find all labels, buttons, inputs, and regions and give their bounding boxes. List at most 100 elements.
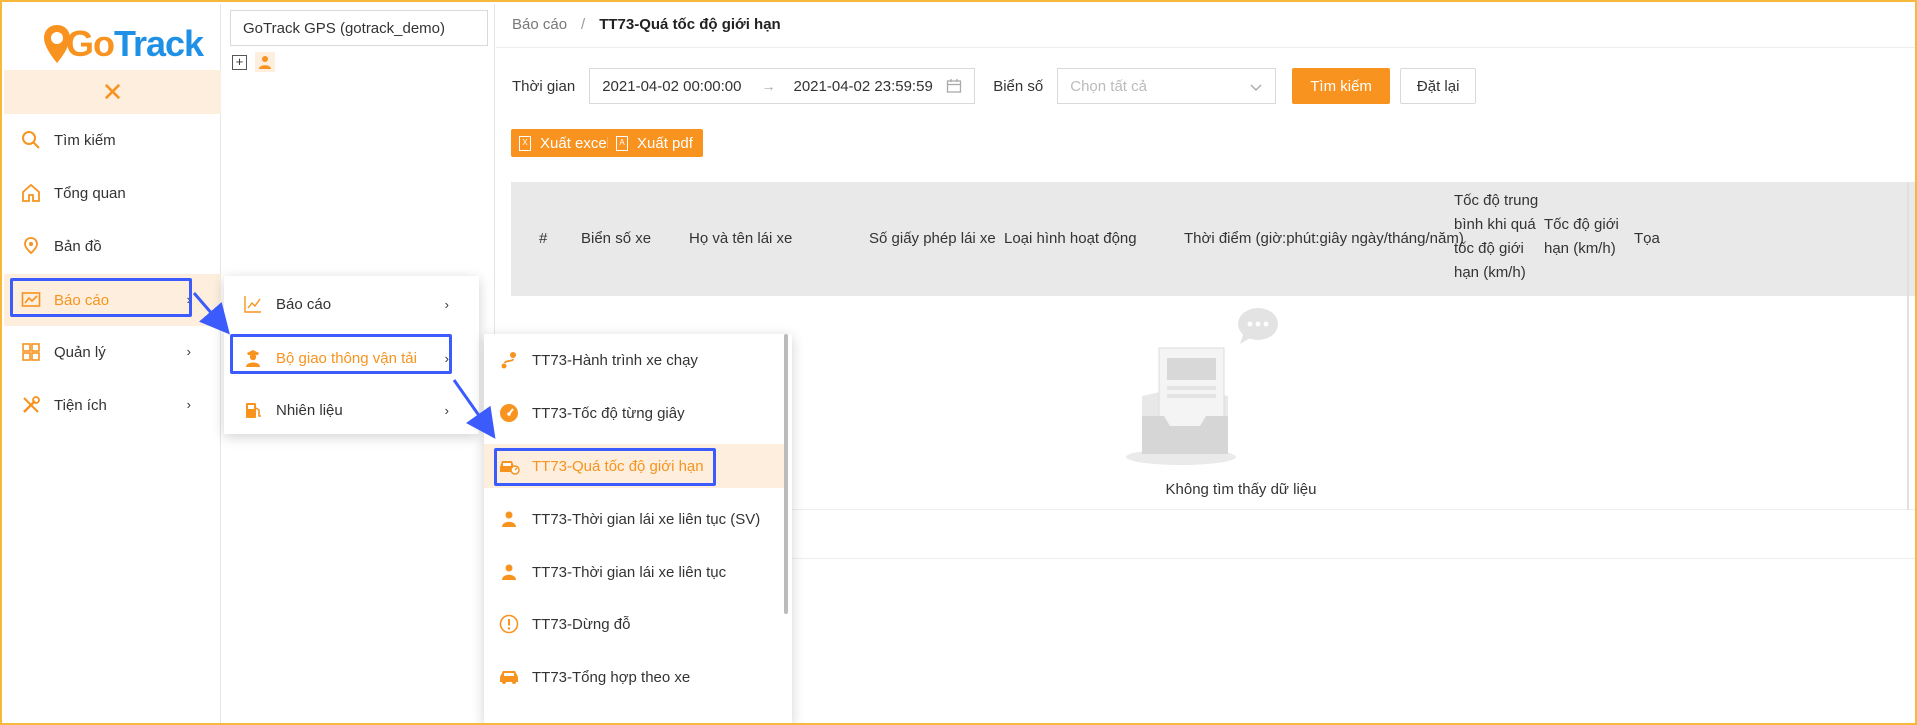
menu-item-label: TT73-Tốc độ từng giây <box>532 404 685 422</box>
menu-item-label: Báo cáo <box>276 295 332 313</box>
sidebar-item-label: Tổng quan <box>54 184 126 202</box>
menu-item-tt73-vehicle-summary[interactable]: TT73-Tổng hợp theo xe <box>484 655 784 699</box>
col-index: # <box>539 230 548 247</box>
app-window: GoTrack ✕ Tìm kiếm Tổng quan Bản đồ Báo … <box>0 0 1917 725</box>
collapse-button[interactable]: ✕ <box>4 70 221 114</box>
plate-select[interactable]: Chọn tất cả <box>1057 68 1277 104</box>
export-excel-label: Xuất excel <box>540 134 611 152</box>
logo-go: Go <box>66 23 115 64</box>
sidebar-item-reports[interactable]: Báo cáo › <box>4 274 221 326</box>
calendar-icon <box>947 79 962 93</box>
col-speed-limit: Tốc độ giới hạn (km/h) <box>1544 213 1624 261</box>
col-avg-speed-line: Tốc độ trung <box>1454 192 1539 209</box>
user-group-icon[interactable] <box>255 52 275 72</box>
breadcrumb: Báo cáo / TT73-Quá tốc độ giới hạn <box>512 16 781 33</box>
driver-icon <box>498 508 520 530</box>
chevron-down-icon <box>1250 84 1262 91</box>
col-speed-limit-line: hạn (km/h) <box>1544 240 1616 257</box>
sidebar-item-map[interactable]: Bản đồ <box>4 220 221 272</box>
officer-icon <box>242 347 264 369</box>
grid-icon <box>20 341 42 363</box>
menu-item-tt73-stops[interactable]: TT73-Dừng đỗ <box>484 602 784 646</box>
excel-file-icon: X <box>519 135 531 151</box>
close-icon: ✕ <box>101 77 124 107</box>
time-label: Thời gian <box>512 77 576 95</box>
driver-icon <box>498 561 520 583</box>
sidebar-item-search[interactable]: Tìm kiếm <box>4 114 221 166</box>
car-icon <box>498 666 520 688</box>
plate-label: Biển số <box>993 77 1044 95</box>
reset-button[interactable]: Đặt lại <box>1399 68 1477 104</box>
sidebar: GoTrack ✕ Tìm kiếm Tổng quan Bản đồ Báo … <box>4 4 221 723</box>
reports-submenu: Báo cáo › Bộ giao thông vận tải › Nhiên … <box>224 276 479 434</box>
export-excel-button[interactable]: X Xuất excel <box>511 129 621 157</box>
chevron-right-icon: › <box>186 344 191 359</box>
map-icon <box>20 235 42 257</box>
export-pdf-label: Xuất pdf <box>637 134 693 152</box>
pdf-file-icon: A <box>616 135 628 151</box>
sidebar-item-label: Quản lý <box>54 343 106 361</box>
expand-icon[interactable]: + <box>232 54 247 70</box>
menu-item-label: Nhiên liệu <box>276 401 343 419</box>
menu-item-label: TT73-Hành trình xe chạy <box>532 351 698 369</box>
fuel-icon <box>242 399 264 421</box>
menu-item-tt73-overspeed[interactable]: TT73-Quá tốc độ giới hạn <box>484 444 784 488</box>
menu-item-label: TT73-Tổng hợp theo xe <box>532 668 691 686</box>
line-chart-icon <box>242 293 264 315</box>
arrow-right-icon: → <box>761 78 776 94</box>
car-speed-icon <box>498 455 520 477</box>
menu-item-label: TT73-Thời gian lái xe liên tục <box>532 563 727 581</box>
export-pdf-button[interactable]: A Xuất pdf <box>608 129 703 157</box>
gotrack-logo[interactable]: GoTrack <box>42 14 204 74</box>
chevron-right-icon: › <box>186 397 191 412</box>
breadcrumb-root[interactable]: Báo cáo <box>512 16 567 33</box>
col-avg-speed-line: bình khi quá <box>1454 216 1536 233</box>
empty-message: Không tìm thấy dữ liệu <box>1165 481 1317 498</box>
search-icon <box>20 129 42 151</box>
tools-icon <box>20 394 42 416</box>
menu-item-reports[interactable]: Báo cáo › <box>224 282 479 326</box>
chevron-right-icon: › <box>444 296 449 312</box>
route-icon <box>498 349 520 371</box>
speedometer-icon <box>498 402 520 424</box>
search-button[interactable]: Tìm kiếm <box>1292 68 1390 104</box>
menu-item-label: Bộ giao thông vận tải <box>276 349 417 367</box>
sidebar-item-utilities[interactable]: Tiện ích › <box>4 379 221 431</box>
transport-ministry-submenu: TT73-Hành trình xe chạy TT73-Tốc độ từng… <box>484 334 792 723</box>
menu-item-tt73-route[interactable]: TT73-Hành trình xe chạy <box>484 338 784 382</box>
chevron-right-icon: › <box>444 350 449 366</box>
col-avg-speed-line: tốc độ giới <box>1454 240 1524 257</box>
chart-icon <box>20 289 42 311</box>
tree-root-row: + <box>232 52 275 72</box>
col-operation-type: Loại hình hoạt động <box>1004 230 1137 247</box>
menu-item-label: TT73-Thời gian lái xe liên tục (SV) <box>532 510 761 528</box>
chevron-right-icon: › <box>444 402 449 418</box>
col-driver-name: Họ và tên lái xe <box>689 230 793 247</box>
pin-logo-icon <box>44 25 70 63</box>
company-select[interactable]: GoTrack GPS (gotrack_demo) <box>230 10 488 46</box>
menu-item-tt73-continuous-driving[interactable]: TT73-Thời gian lái xe liên tục <box>484 550 784 594</box>
menu-item-label: TT73-Quá tốc độ giới hạn <box>532 457 704 475</box>
col-time: Thời điểm (giờ:phút:giây ngày/tháng/năm) <box>1184 230 1464 247</box>
sidebar-item-overview[interactable]: Tổng quan <box>4 167 221 219</box>
empty-inbox-icon <box>1126 308 1278 465</box>
date-range-picker[interactable]: 2021-04-02 00:00:00 → 2021-04-02 23:59:5… <box>589 68 976 104</box>
table-header: # Biển số xe Họ và tên lái xe Số giấy ph… <box>511 182 1915 296</box>
col-plate: Biển số xe <box>581 230 652 247</box>
sidebar-item-manage[interactable]: Quản lý › <box>4 326 221 378</box>
col-license: Số giấy phép lái xe <box>869 230 996 247</box>
menu-item-tt73-continuous-driving-sv[interactable]: TT73-Thời gian lái xe liên tục (SV) <box>484 497 784 541</box>
menu-scrollbar[interactable] <box>784 334 788 614</box>
menu-item-transport-ministry[interactable]: Bộ giao thông vận tải › <box>224 336 479 380</box>
table-scroll-edge <box>1907 182 1909 510</box>
filter-bar: Thời gian 2021-04-02 00:00:00 → 2021-04-… <box>512 68 1477 104</box>
date-to[interactable]: 2021-04-02 23:59:59 <box>794 78 933 95</box>
col-avg-speed-line: hạn (km/h) <box>1454 264 1526 281</box>
sidebar-item-label: Báo cáo <box>54 291 110 309</box>
menu-item-tt73-speed-per-second[interactable]: TT73-Tốc độ từng giây <box>484 391 784 435</box>
menu-item-fuel[interactable]: Nhiên liệu › <box>224 388 479 432</box>
col-speed-limit-line: Tốc độ giới <box>1544 216 1619 233</box>
date-from[interactable]: 2021-04-02 00:00:00 <box>602 78 741 95</box>
plate-placeholder: Chọn tất cả <box>1070 77 1147 95</box>
divider <box>496 47 1915 48</box>
